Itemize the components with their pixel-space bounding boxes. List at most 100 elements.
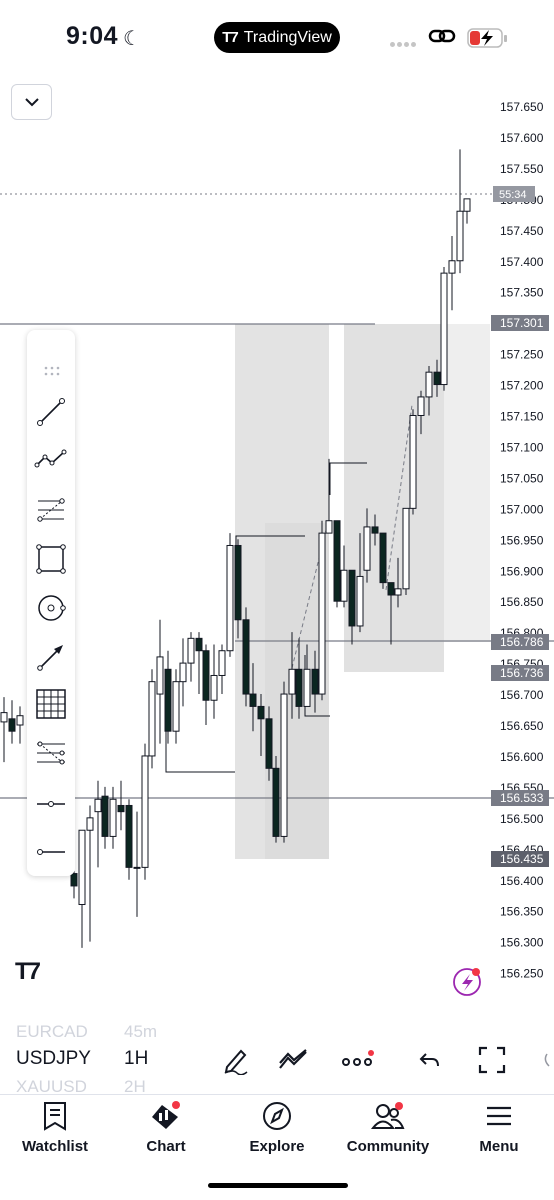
- ellipse-icon[interactable]: [33, 590, 69, 626]
- price-axis-label: 157.000: [500, 502, 544, 516]
- candle-body: [133, 866, 141, 869]
- draw-icon: [224, 1049, 248, 1075]
- countdown-badge-label: 55:34: [499, 189, 527, 201]
- collapse-button[interactable]: [11, 84, 52, 120]
- candle-body: [387, 582, 395, 596]
- price-axis-label: 157.650: [500, 100, 544, 114]
- price-badge-label: 156.736: [500, 666, 544, 680]
- battery-icon: [467, 27, 509, 54]
- candle-body: [125, 804, 133, 868]
- ticker-row-prev[interactable]: EURCAD 45m: [16, 1022, 157, 1042]
- tab-label: Community: [346, 1138, 430, 1155]
- price-axis-label: 157.050: [500, 471, 544, 485]
- app-pill: T7 TradingView: [214, 22, 340, 53]
- zone-rect: [444, 324, 490, 642]
- candle-body: [311, 668, 319, 695]
- multi-line-icon[interactable]: [33, 442, 69, 478]
- candle-body: [234, 544, 242, 621]
- candle-body: [425, 371, 433, 398]
- current-timeframe[interactable]: 1H: [124, 1048, 148, 1070]
- fullscreen-icon: [478, 1046, 506, 1074]
- price-axis-label: 156.650: [500, 719, 544, 733]
- candle-body: [303, 668, 311, 707]
- candle-body: [280, 693, 288, 837]
- compass-icon: [263, 1102, 291, 1130]
- tab-label: Chart: [146, 1138, 186, 1155]
- candle-body: [288, 668, 296, 695]
- candle-body: [272, 767, 280, 837]
- candle-body: [348, 569, 356, 627]
- candle-body: [394, 588, 402, 596]
- price-chart[interactable]: 157.650157.600157.550157.500157.450157.4…: [0, 80, 554, 1000]
- link-icon: [428, 26, 456, 51]
- candle-body: [78, 829, 86, 906]
- rectangle-icon[interactable]: [33, 541, 69, 577]
- tab-community[interactable]: Community: [333, 1100, 443, 1160]
- tab-menu[interactable]: Menu: [444, 1100, 554, 1160]
- grid-icon[interactable]: [33, 686, 69, 722]
- price-axis-label: 156.250: [500, 967, 544, 981]
- candle-body: [409, 415, 417, 509]
- candle-body: [148, 681, 156, 757]
- candle-body: [141, 755, 149, 868]
- candle-body: [164, 668, 172, 732]
- pitchfork-icon[interactable]: [33, 736, 69, 772]
- tradingview-watermark-icon: T7: [15, 958, 41, 985]
- drawing-toolbar: [27, 330, 75, 876]
- fullscreen-button[interactable]: [472, 1040, 512, 1080]
- price-axis-label: 156.300: [500, 936, 544, 950]
- candle-body: [333, 520, 341, 602]
- undo-button[interactable]: [410, 1040, 450, 1080]
- more-icon: [342, 1050, 374, 1066]
- moon-icon: ☾: [123, 28, 141, 50]
- price-axis-label: 157.600: [500, 131, 544, 145]
- horizontal-ray-icon[interactable]: [33, 786, 69, 822]
- tab-watchlist[interactable]: Watchlist: [0, 1100, 110, 1160]
- price-axis-label: 157.550: [500, 162, 544, 176]
- draw-button[interactable]: [216, 1040, 256, 1080]
- app-pill-label: TradingView: [243, 28, 332, 46]
- divider: [0, 1094, 554, 1095]
- candle-body: [257, 705, 265, 720]
- indicators-button[interactable]: [274, 1040, 314, 1080]
- grip-icon[interactable]: [44, 366, 60, 376]
- tab-label: Menu: [479, 1138, 519, 1155]
- horizontal-line-icon[interactable]: [33, 834, 69, 870]
- arrow-icon[interactable]: [33, 639, 69, 675]
- candle-body: [356, 575, 364, 627]
- candle-body: [179, 662, 187, 683]
- candle-body: [226, 544, 234, 652]
- trend-line-icon[interactable]: [33, 394, 69, 430]
- price-axis-label: 157.100: [500, 440, 544, 454]
- more-tools-edge[interactable]: [532, 1040, 554, 1080]
- candle-body: [117, 804, 125, 813]
- community-icon: [371, 1102, 405, 1129]
- tab-chart[interactable]: Chart: [111, 1100, 221, 1160]
- current-symbol[interactable]: USDJPY: [16, 1048, 91, 1069]
- price-axis-label: 157.200: [500, 379, 544, 393]
- symbol-carousel[interactable]: EURCAD 45m USDJPY 1H XAUUSD 2H: [0, 1020, 210, 1096]
- candle-body: [440, 272, 448, 386]
- ticker-symbol: EURCAD: [16, 1022, 88, 1041]
- candle-body: [295, 668, 303, 707]
- indicators-icon: [279, 1049, 307, 1069]
- price-axis-label: 156.700: [500, 688, 544, 702]
- candle-body: [402, 507, 410, 590]
- candle-body: [463, 198, 471, 212]
- price-axis-label: 156.500: [500, 812, 544, 826]
- candle-body: [8, 718, 16, 732]
- candle-body: [448, 260, 456, 274]
- candle-body: [265, 718, 273, 769]
- price-axis-label: 157.450: [500, 224, 544, 238]
- ticker-row-current[interactable]: USDJPY 1H: [16, 1048, 148, 1070]
- candle-body: [210, 674, 218, 701]
- candle-body: [94, 798, 102, 813]
- candle-body: [218, 650, 226, 676]
- candle-body: [195, 637, 203, 652]
- price-badge-label: 156.786: [500, 635, 544, 649]
- price-axis-label: 156.900: [500, 564, 544, 578]
- more-button[interactable]: [337, 1040, 377, 1080]
- fib-retracement-icon[interactable]: [33, 492, 69, 528]
- price-axis-label: 156.350: [500, 905, 544, 919]
- tab-explore[interactable]: Explore: [222, 1100, 332, 1160]
